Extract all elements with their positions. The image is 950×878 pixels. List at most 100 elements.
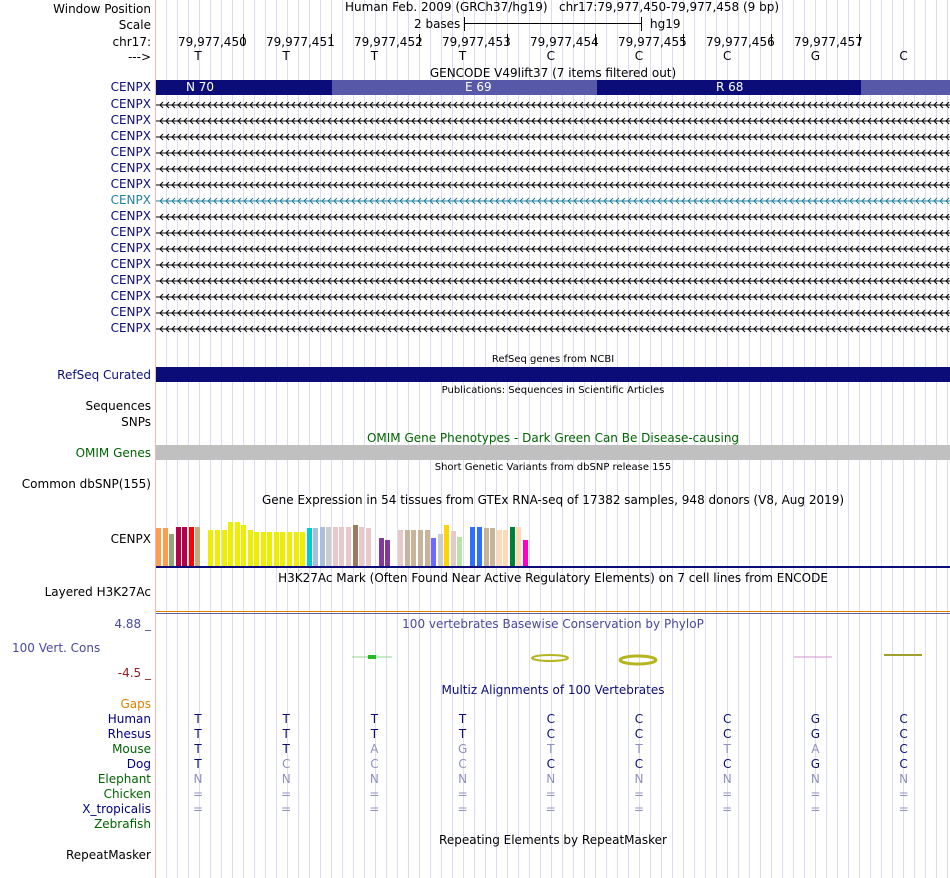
gtex-tissue-bar[interactable]	[463, 522, 469, 566]
gtex-tissue-bar[interactable]	[214, 530, 220, 566]
gtex-expression-bars[interactable]	[156, 508, 950, 566]
gencode-transcript[interactable]	[156, 307, 950, 317]
repeatmasker-track-label[interactable]: RepeatMasker	[66, 848, 151, 862]
gtex-tissue-bar[interactable]	[418, 530, 423, 566]
species-label[interactable]: X_tropicalis	[82, 802, 151, 816]
gtex-tissue-bar[interactable]	[503, 530, 509, 566]
gtex-tissue-bar[interactable]	[411, 530, 417, 566]
species-label[interactable]: Mouse	[112, 742, 151, 756]
gtex-tissue-bar[interactable]	[195, 527, 201, 566]
gtex-tissue-bar[interactable]	[319, 527, 325, 566]
gencode-transcript[interactable]	[156, 243, 950, 253]
gencode-transcript[interactable]	[156, 131, 950, 141]
omim-gene-bar[interactable]	[156, 445, 950, 460]
gencode-row-label[interactable]: CENPX	[111, 321, 151, 335]
species-label[interactable]: Human	[108, 712, 151, 726]
gtex-tissue-bar[interactable]	[234, 522, 240, 566]
gencode-row-label[interactable]: CENPX	[111, 161, 151, 175]
gtex-tissue-bar[interactable]	[352, 525, 358, 566]
gtex-tissue-bar[interactable]	[162, 528, 168, 566]
gtex-tissue-bar[interactable]	[313, 528, 319, 566]
gencode-transcript[interactable]	[156, 115, 950, 125]
gtex-tissue-bar[interactable]	[221, 530, 227, 566]
gencode-transcript[interactable]	[156, 211, 950, 221]
refseq-gene-bar[interactable]	[156, 367, 950, 382]
gtex-tissue-bar[interactable]	[496, 530, 502, 566]
gencode-transcript[interactable]	[156, 259, 950, 269]
gtex-tissue-bar[interactable]	[175, 527, 181, 566]
gtex-tissue-bar[interactable]	[293, 532, 299, 566]
gtex-tissue-bar[interactable]	[326, 527, 332, 566]
gencode-row-label[interactable]: CENPX	[111, 273, 151, 287]
gencode-row-label[interactable]: CENPX	[111, 97, 151, 111]
gtex-tissue-bar[interactable]	[483, 528, 489, 566]
species-label[interactable]: Zebrafish	[94, 817, 151, 831]
sequences-track-label[interactable]: Sequences	[86, 399, 151, 413]
gtex-tissue-bar[interactable]	[241, 525, 247, 566]
gencode-transcript[interactable]	[156, 179, 950, 189]
species-label[interactable]: Elephant	[98, 772, 151, 786]
gencode-transcript[interactable]	[156, 147, 950, 157]
gencode-row-label[interactable]: CENPX	[111, 113, 151, 127]
gtex-tissue-bar[interactable]	[457, 537, 463, 566]
gtex-tissue-bar[interactable]	[228, 522, 234, 566]
gencode-row-label[interactable]: CENPX	[111, 193, 151, 207]
phylop-signal[interactable]	[156, 645, 950, 670]
gencode-row-label[interactable]: CENPX	[111, 289, 151, 303]
gtex-tissue-bar[interactable]	[260, 532, 266, 566]
gtex-tissue-bar[interactable]	[208, 530, 214, 566]
gencode-row-label[interactable]: CENPX	[111, 177, 151, 191]
track-display-area[interactable]: Human Feb. 2009 (GRCh37/hg19) chr17:79,9…	[156, 0, 950, 878]
gtex-tissue-bar[interactable]	[431, 538, 437, 566]
gtex-tissue-bar[interactable]	[182, 527, 188, 566]
gtex-tissue-bar[interactable]	[345, 527, 351, 566]
gencode-transcript[interactable]	[156, 227, 950, 237]
snps-track-label[interactable]: SNPs	[121, 415, 151, 429]
dbsnp-track-label[interactable]: Common dbSNP(155)	[22, 477, 151, 491]
gencode-track-label[interactable]: CENPX	[111, 80, 151, 94]
gtex-tissue-bar[interactable]	[404, 530, 410, 566]
gencode-codon-bar[interactable]: N 70 E 69 R 68	[156, 80, 950, 95]
gtex-tissue-bar[interactable]	[437, 534, 443, 566]
gtex-tissue-bar[interactable]	[476, 527, 482, 566]
gencode-transcript[interactable]	[156, 163, 950, 173]
gencode-transcript[interactable]	[156, 275, 950, 285]
gencode-transcript[interactable]	[156, 99, 950, 109]
gtex-tissue-bar[interactable]	[273, 532, 279, 566]
phylop-track-label[interactable]: 100 Vert. Cons	[12, 641, 100, 655]
gtex-tissue-bar[interactable]	[247, 530, 253, 566]
gtex-tissue-bar[interactable]	[490, 528, 496, 566]
species-label[interactable]: Chicken	[104, 787, 151, 801]
gtex-tissue-bar[interactable]	[188, 527, 194, 566]
gtex-tissue-bar[interactable]	[365, 528, 371, 566]
gencode-row-label[interactable]: CENPX	[111, 129, 151, 143]
gencode-row-label[interactable]: CENPX	[111, 241, 151, 255]
gtex-tissue-bar[interactable]	[522, 540, 528, 566]
gtex-tissue-bar[interactable]	[378, 538, 384, 566]
gencode-transcript[interactable]	[156, 323, 950, 333]
gtex-tissue-bar[interactable]	[509, 527, 515, 566]
h3k27ac-track-label[interactable]: Layered H3K27Ac	[45, 585, 151, 599]
gtex-tissue-bar[interactable]	[254, 532, 260, 566]
gtex-tissue-bar[interactable]	[339, 527, 345, 566]
gtex-tissue-bar[interactable]	[450, 531, 456, 566]
omim-track-label[interactable]: OMIM Genes	[76, 446, 151, 460]
gtex-tissue-bar[interactable]	[267, 532, 273, 566]
gtex-tissue-bar[interactable]	[359, 527, 365, 566]
gencode-row-label[interactable]: CENPX	[111, 305, 151, 319]
gtex-tissue-bar[interactable]	[516, 527, 522, 566]
gtex-tissue-bar[interactable]	[444, 525, 450, 566]
gtex-tissue-bar[interactable]	[280, 532, 286, 566]
gencode-row-label[interactable]: CENPX	[111, 257, 151, 271]
gtex-track-label[interactable]: CENPX	[111, 532, 151, 546]
gencode-row-label[interactable]: CENPX	[111, 145, 151, 159]
gtex-tissue-bar[interactable]	[424, 530, 430, 566]
gtex-tissue-bar[interactable]	[169, 534, 175, 566]
gtex-tissue-bar[interactable]	[398, 530, 404, 566]
gencode-row-label[interactable]: CENPX	[111, 225, 151, 239]
gtex-tissue-bar[interactable]	[300, 532, 306, 566]
gencode-row-label[interactable]: CENPX	[111, 209, 151, 223]
species-label[interactable]: Dog	[127, 757, 151, 771]
species-label[interactable]: Rhesus	[108, 727, 151, 741]
gtex-tissue-bar[interactable]	[332, 527, 338, 566]
